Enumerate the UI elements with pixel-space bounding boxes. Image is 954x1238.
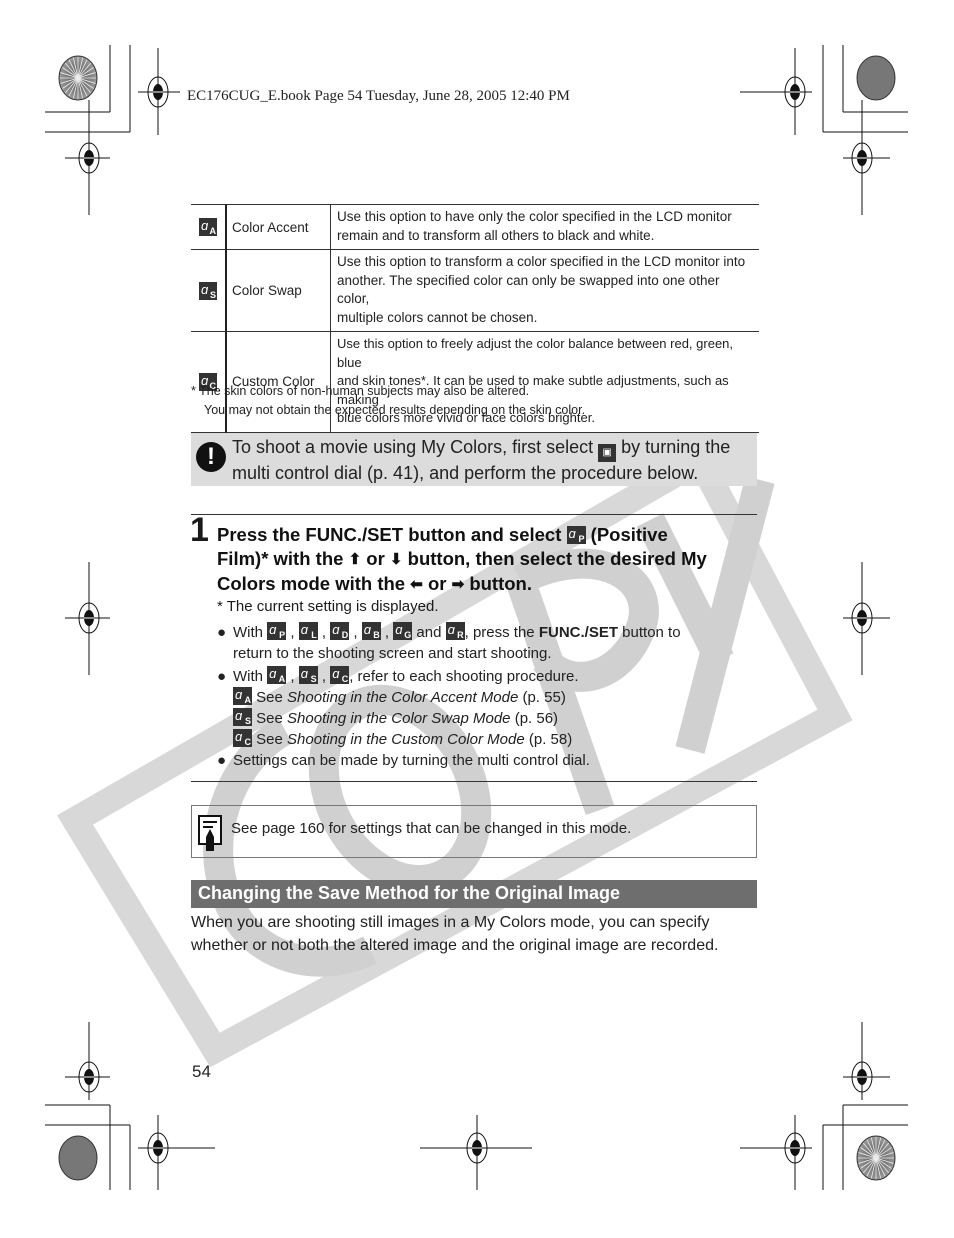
reference-link[interactable]: Shooting in the Color Swap Mode [287, 710, 510, 727]
step-note: * The current setting is displayed. [217, 598, 439, 615]
color-swap-icon: ɑS [233, 708, 252, 726]
bullet-list: ● With ɑP , ɑL , ɑD , ɑB , ɑG and ɑR, pr… [217, 622, 762, 771]
step-number: 1 [190, 511, 209, 549]
table-footnote: * The skin colors of non-human subjects … [191, 384, 586, 417]
reference-link[interactable]: Shooting in the Custom Color Mode [287, 731, 525, 748]
reference-link[interactable]: Shooting in the Color Accent Mode [287, 689, 518, 706]
up-arrow-icon: ⬆ [348, 551, 362, 568]
movie-mode-icon: ▣ [598, 444, 617, 462]
mode-name: Color Swap [226, 249, 331, 332]
table-row: ɑA Color Accent Use this option to have … [191, 204, 759, 250]
positive-film-icon: ɑP [566, 526, 586, 544]
caution-box: ! To shoot a movie using My Colors, firs… [191, 433, 757, 486]
list-item: ● With ɑP , ɑL , ɑD , ɑB , ɑG and ɑR, pr… [217, 622, 681, 662]
vivid-blue-icon: ɑB [361, 622, 381, 640]
section-body: When you are shooting still images in a … [191, 914, 719, 954]
reference-line: ɑA See Shooting in the Color Accent Mode… [233, 687, 566, 706]
printer-registration-marks [45, 45, 908, 1190]
mode-name: Color Accent [226, 204, 331, 250]
vivid-green-icon: ɑG [393, 622, 413, 640]
custom-color-icon: ɑC [330, 666, 350, 684]
color-swap-icon: ɑS [298, 666, 318, 684]
custom-color-icon: ɑC [233, 729, 252, 747]
color-accent-icon: ɑA [199, 218, 217, 236]
vivid-red-icon: ɑR [445, 622, 465, 640]
list-item: ● Settings can be made by turning the mu… [217, 752, 590, 769]
reference-line: ɑC See Shooting in the Custom Color Mode… [233, 729, 573, 748]
caution-text: To shoot a movie using My Colors, first … [232, 437, 731, 483]
table-row: ɑS Color Swap Use this option to transfo… [191, 249, 759, 332]
mode-description: Use this option to transform a color spe… [330, 249, 759, 332]
color-accent-icon: ɑA [267, 666, 287, 684]
reference-line: ɑS See Shooting in the Color Swap Mode (… [233, 708, 559, 727]
mode-description: Use this option to have only the color s… [330, 204, 759, 250]
color-swap-icon: ɑS [199, 281, 217, 300]
left-arrow-icon: ⬅ [410, 576, 423, 593]
color-accent-icon: ɑA [233, 687, 252, 705]
memo-icon [198, 815, 222, 851]
list-item: ● With ɑA , ɑS , ɑC, refer to each shoot… [217, 666, 762, 750]
step-instruction: Press the FUNC./SET button and select ɑP… [217, 523, 762, 597]
page-number: 54 [192, 1062, 211, 1081]
right-arrow-icon: ➡ [451, 576, 465, 593]
print-header: EC176CUG_E.book Page 54 Tuesday, June 28… [187, 88, 570, 104]
caution-icon: ! [196, 442, 226, 472]
darker-skin-tone-icon: ɑD [330, 622, 350, 640]
section-title: Changing the Save Method for the Origina… [198, 883, 621, 903]
divider [191, 514, 757, 515]
positive-film-icon: ɑP [267, 622, 287, 640]
section-header: Changing the Save Method for the Origina… [191, 880, 757, 908]
divider [191, 781, 757, 782]
memo-box: See page 160 for settings that can be ch… [191, 805, 757, 858]
down-arrow-icon: ⬇ [389, 551, 403, 568]
lighter-skin-tone-icon: ɑL [298, 622, 318, 640]
